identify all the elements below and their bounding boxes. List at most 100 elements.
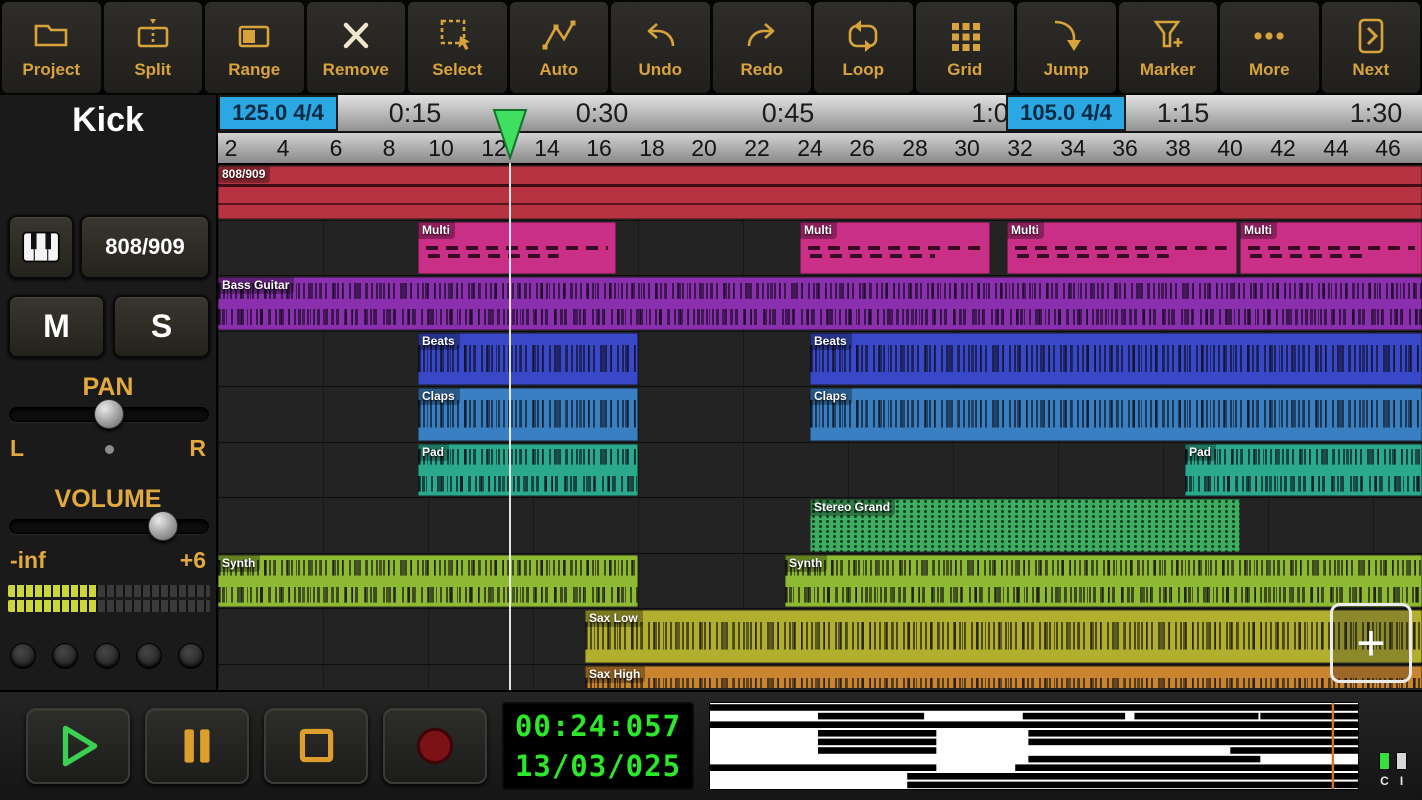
clip-multi-3[interactable]: Multi	[1007, 221, 1237, 274]
level-meter-right	[8, 600, 210, 612]
jump-button[interactable]: Jump	[1017, 2, 1116, 93]
playhead-line[interactable]	[509, 163, 511, 690]
solo-button[interactable]: S	[113, 295, 210, 358]
volume-slider[interactable]	[9, 519, 209, 534]
record-button[interactable]	[383, 708, 487, 784]
channel-indicator-1[interactable]	[10, 643, 36, 669]
bar-number: 2	[224, 135, 238, 161]
track-name-header[interactable]: Kick	[0, 101, 216, 140]
clip-label: Beats	[810, 332, 852, 350]
toolbar-button-label: Project	[22, 59, 81, 79]
clip-label: 808/909	[218, 166, 271, 183]
channel-indicator-4[interactable]	[136, 643, 162, 669]
loop-button[interactable]: Loop	[814, 2, 913, 93]
pan-left-label: L	[10, 435, 25, 461]
arrangement-minimap[interactable]	[709, 702, 1359, 790]
clip-synth-1[interactable]: Synth	[218, 554, 638, 607]
playhead-marker[interactable]	[492, 108, 528, 160]
next-button[interactable]: Next	[1321, 2, 1420, 93]
volume-min-label: -inf	[10, 547, 46, 573]
time-counter: 00:24:057	[514, 709, 682, 743]
project-button[interactable]: Project	[2, 2, 101, 93]
pause-icon	[184, 729, 210, 763]
split-button[interactable]: Split	[103, 2, 202, 93]
meter-led-white	[1396, 752, 1407, 770]
clip-label: Pad	[1185, 443, 1217, 461]
time-label: 0:45	[761, 98, 815, 128]
bar-number: 14	[534, 135, 560, 161]
more-button[interactable]: More	[1220, 2, 1319, 93]
clip-synth-2[interactable]: Synth	[785, 554, 1422, 607]
clip-stereo-grand[interactable]: Stereo Grand	[810, 499, 1240, 552]
tempo-marker[interactable]: 125.0 4/4	[218, 95, 338, 131]
clip-label: Pad	[418, 443, 450, 461]
clip-multi-2[interactable]: Multi	[800, 221, 990, 274]
bar-number: 38	[1165, 135, 1191, 161]
clip-sax-high[interactable]: Sax High	[585, 665, 1422, 688]
clip-multi-4[interactable]: Multi	[1240, 221, 1422, 274]
marker-button[interactable]: Marker	[1118, 2, 1217, 93]
toolbar-button-label: Grid	[947, 59, 983, 79]
time-ruler[interactable]: 0:15 0:30 0:45 1:0 1:15 1:30 125.0 4/4 1…	[218, 95, 1422, 133]
bar-number: 4	[276, 135, 290, 161]
play-button[interactable]	[26, 708, 130, 784]
remove-icon	[343, 22, 368, 48]
automation-button[interactable]: Auto	[509, 2, 608, 93]
clip-claps-1[interactable]: Claps	[418, 388, 638, 441]
time-label: 0:30	[575, 98, 629, 128]
level-meter-left	[8, 585, 210, 597]
bar-number: 22	[744, 135, 770, 161]
undo-button[interactable]: Undo	[611, 2, 710, 93]
instrument-button[interactable]	[8, 215, 74, 279]
volume-max-label: +6	[179, 547, 206, 573]
bar-number: 42	[1270, 135, 1296, 161]
meter-column-c: C	[1379, 752, 1390, 788]
channel-indicator-5[interactable]	[178, 643, 204, 669]
channel-indicator-2[interactable]	[52, 643, 78, 669]
clip-claps-2[interactable]: Claps	[810, 388, 1422, 441]
preset-button[interactable]: 808/909	[80, 215, 210, 279]
volume-slider-thumb[interactable]	[148, 511, 178, 541]
grid-button[interactable]: Grid	[915, 2, 1014, 93]
meter-led-green	[1379, 752, 1390, 770]
time-label: 1:0	[971, 98, 1009, 128]
redo-button[interactable]: Redo	[712, 2, 811, 93]
volume-label: VOLUME	[54, 485, 162, 513]
bar-ruler[interactable]: 2 4 6 8 10 12 14 16 18 20 22 24 26 28 30…	[218, 133, 1422, 165]
select-button[interactable]: Select	[408, 2, 507, 93]
piano-keys-icon	[22, 231, 60, 263]
timeline-area: 0:15 0:30 0:45 1:0 1:15 1:30 125.0 4/4 1…	[218, 95, 1422, 690]
clip-pad-2[interactable]: Pad	[1185, 443, 1422, 496]
track-row: Beats Beats	[218, 332, 1422, 387]
clip-sax-low[interactable]: Sax Low	[585, 610, 1422, 663]
pause-button[interactable]	[145, 708, 249, 784]
select-icon	[440, 19, 471, 50]
clip-label: Multi	[1240, 221, 1277, 239]
track-row: 808/909	[218, 165, 1422, 221]
time-display: 00:24:057 13/03/025	[502, 702, 694, 790]
clip-808-909[interactable]: 808/909	[218, 166, 1422, 219]
clip-bass-guitar[interactable]: Bass Guitar	[218, 277, 1422, 330]
bar-number: 44	[1323, 135, 1349, 161]
pan-slider-thumb[interactable]	[94, 399, 124, 429]
clip-label: Sax High	[585, 665, 646, 683]
stop-button[interactable]	[264, 708, 368, 784]
meter-label-c: C	[1380, 774, 1389, 788]
clip-pad-1[interactable]: Pad	[418, 443, 638, 496]
toolbar: Project Split Range Remove Select Auto U…	[0, 0, 1422, 95]
range-button[interactable]: Range	[205, 2, 304, 93]
channel-indicator-3[interactable]	[94, 643, 120, 669]
clip-beats-2[interactable]: Beats	[810, 332, 1422, 385]
remove-button[interactable]: Remove	[306, 2, 405, 93]
track-row: Sax High	[218, 665, 1422, 688]
meter-column-i: I	[1396, 752, 1407, 788]
bar-number: 30	[954, 135, 980, 161]
tempo-marker[interactable]: 105.0 4/4	[1006, 95, 1126, 131]
track-row: Pad Pad	[218, 443, 1422, 498]
clip-beats-1[interactable]: Beats	[418, 332, 638, 385]
pan-right-label: R	[189, 435, 206, 461]
add-track-button[interactable]: +	[1330, 603, 1412, 683]
clip-label: Multi	[800, 221, 837, 239]
clip-multi-1[interactable]: Multi	[418, 221, 616, 274]
mute-button[interactable]: M	[8, 295, 105, 358]
